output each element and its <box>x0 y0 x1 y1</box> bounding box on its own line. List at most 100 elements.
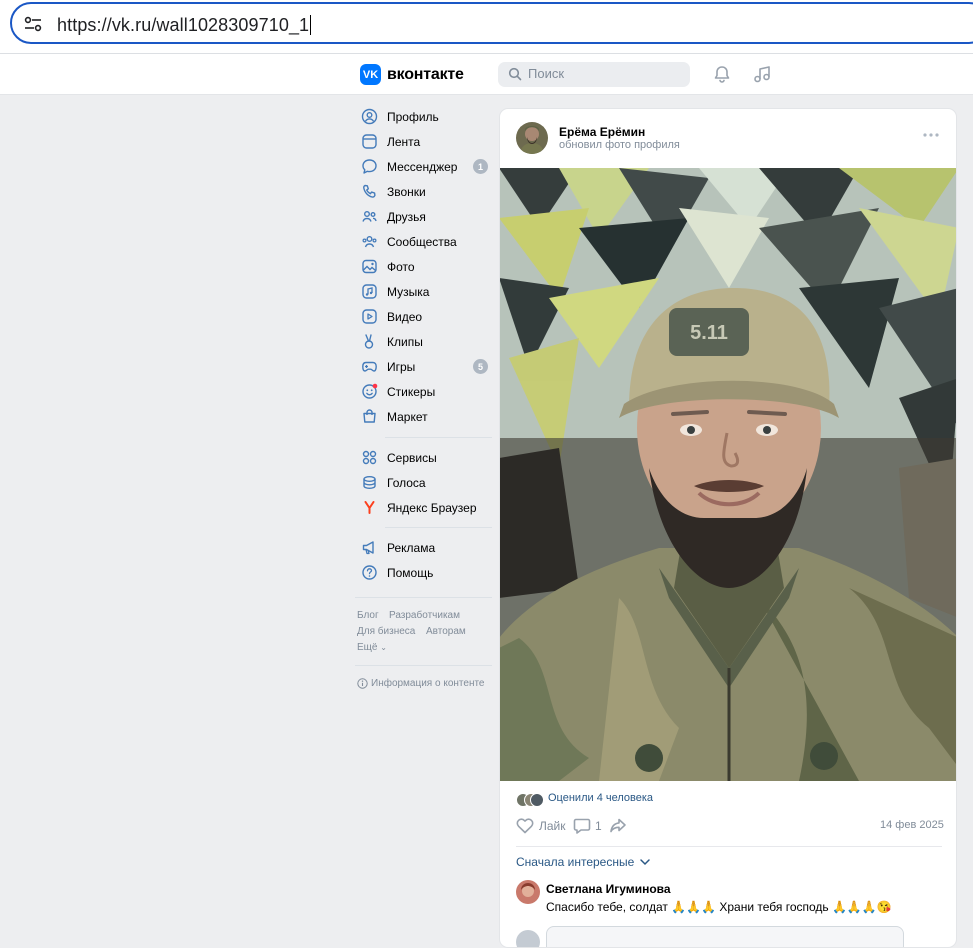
search-icon <box>508 67 522 81</box>
svg-text:5.11: 5.11 <box>690 322 728 344</box>
like-label: Лайк <box>539 819 566 833</box>
post-photo[interactable]: 5.11 <box>499 168 957 781</box>
comment-composer <box>516 926 946 947</box>
content-info-link[interactable]: Информация о контенте <box>357 678 485 689</box>
comment-button[interactable]: 1 <box>573 816 602 836</box>
sidebar-item-calls[interactable]: Звонки <box>355 179 495 204</box>
author-avatar[interactable] <box>516 122 548 154</box>
url-field[interactable]: https://vk.ru/wall1028309710_1 <box>10 2 973 44</box>
footer-link-more[interactable]: Ещё ⌄ <box>357 642 387 653</box>
share-icon <box>610 818 626 833</box>
sidebar-item-photos[interactable]: Фото <box>355 254 495 279</box>
post-action-text: обновил фото профиля <box>559 139 680 151</box>
games-badge: 5 <box>473 359 488 374</box>
music-icon <box>362 284 377 299</box>
more-options-icon[interactable] <box>922 131 940 139</box>
user-icon <box>361 108 378 125</box>
communities-icon <box>362 236 377 248</box>
text-caret <box>310 15 312 35</box>
sidebar-item-games[interactable]: Игры 5 <box>355 354 495 379</box>
vk-logo-text: вконтакте <box>387 65 464 83</box>
tune-icon[interactable] <box>23 14 43 34</box>
comment-author-name[interactable]: Светлана Игуминова <box>546 882 671 896</box>
sidebar-item-label: Помощь <box>387 565 434 580</box>
footer-link-blog[interactable]: Блог <box>357 610 379 621</box>
friends-icon <box>362 211 377 222</box>
sidebar-divider <box>355 665 492 666</box>
author-avatar-image <box>516 122 548 154</box>
sidebar-item-label: Музыка <box>387 284 430 299</box>
sidebar-divider <box>355 597 492 598</box>
votes-icon <box>363 476 376 490</box>
sidebar-item-ads[interactable]: Реклама <box>355 535 495 560</box>
sidebar-item-label: Лента <box>387 134 421 149</box>
search-box[interactable] <box>498 62 690 87</box>
stickers-icon <box>362 383 378 399</box>
sidebar-item-messenger[interactable]: Мессенджер 1 <box>355 154 495 179</box>
ads-icon <box>362 541 374 555</box>
phone-icon <box>363 184 376 198</box>
sidebar-item-votes[interactable]: Голоса <box>355 470 495 495</box>
sidebar-item-stickers[interactable]: Стикеры <box>355 379 495 404</box>
vk-logo[interactable]: VK вконтакте <box>360 64 464 85</box>
footer-link-business[interactable]: Для бизнеса <box>357 626 415 637</box>
comment-avatar-image <box>516 880 540 904</box>
chevron-down-icon: ⌄ <box>380 643 387 652</box>
sidebar-item-label: Игры <box>387 359 416 374</box>
market-icon <box>363 409 376 423</box>
music-icon[interactable] <box>752 64 772 84</box>
sidebar-item-help[interactable]: Помощь <box>355 560 495 585</box>
likers-avatars[interactable] <box>516 793 544 807</box>
vk-header: VK вконтакте <box>0 54 973 95</box>
video-icon <box>362 309 377 324</box>
sidebar-item-label: Звонки <box>387 184 426 199</box>
sidebar-item-label: Стикеры <box>387 384 436 399</box>
services-icon <box>362 450 377 465</box>
share-button[interactable] <box>609 816 627 836</box>
url-text: https://vk.ru/wall1028309710_1 <box>57 15 312 35</box>
footer-link-developers[interactable]: Разработчикам <box>389 610 460 621</box>
photo-icon <box>362 259 377 274</box>
sidebar-item-communities[interactable]: Сообщества <box>355 229 495 254</box>
comment-input[interactable] <box>546 926 904 947</box>
sidebar-item-label: Голоса <box>387 475 426 490</box>
search-input[interactable] <box>528 66 678 81</box>
sidebar-item-label: Яндекс Браузер <box>387 500 477 515</box>
comments-sort-dropdown[interactable]: Сначала интересные <box>516 855 651 869</box>
sidebar-item-label: Профиль <box>387 109 439 124</box>
sidebar-item-label: Клипы <box>387 334 423 349</box>
bell-icon[interactable] <box>712 64 732 84</box>
sidebar-item-label: Сообщества <box>387 234 457 249</box>
sidebar-item-video[interactable]: Видео <box>355 304 495 329</box>
likes-summary[interactable]: Оценили 4 человека <box>548 792 653 804</box>
sidebar-item-label: Реклама <box>387 540 436 555</box>
vk-logo-icon: VK <box>360 64 381 85</box>
sidebar-item-services[interactable]: Сервисы <box>355 445 495 470</box>
comment-icon <box>573 818 591 834</box>
unread-badge: 1 <box>473 159 488 174</box>
heart-icon <box>516 818 534 834</box>
sidebar-item-friends[interactable]: Друзья <box>355 204 495 229</box>
footer-link-authors[interactable]: Авторам <box>426 626 466 637</box>
post-author-name[interactable]: Ерёма Ерёмин <box>559 125 645 139</box>
content-info-label: Информация о контенте <box>371 678 485 689</box>
chevron-down-icon <box>640 859 651 866</box>
sidebar-item-yandex-browser[interactable]: Яндекс Браузер <box>355 495 495 520</box>
sidebar-item-label: Фото <box>387 259 415 274</box>
browser-address-bar: https://vk.ru/wall1028309710_1 <box>0 0 973 54</box>
sidebar-divider <box>385 527 492 528</box>
help-icon <box>362 565 377 580</box>
sidebar-item-profile[interactable]: Профиль <box>355 104 495 129</box>
sidebar-item-music[interactable]: Музыка <box>355 279 495 304</box>
sidebar-item-label: Видео <box>387 309 423 324</box>
comment-author-avatar[interactable] <box>516 880 540 904</box>
sidebar-item-market[interactable]: Маркет <box>355 404 495 429</box>
like-button[interactable]: Лайк <box>516 816 566 836</box>
games-icon <box>362 361 377 372</box>
sidebar-item-clips[interactable]: Клипы <box>355 329 495 354</box>
post-date[interactable]: 14 фев 2025 <box>880 819 944 831</box>
post-divider <box>516 846 942 847</box>
comment-count: 1 <box>595 819 602 833</box>
sidebar-item-feed[interactable]: Лента <box>355 129 495 154</box>
yandex-icon <box>364 501 375 514</box>
